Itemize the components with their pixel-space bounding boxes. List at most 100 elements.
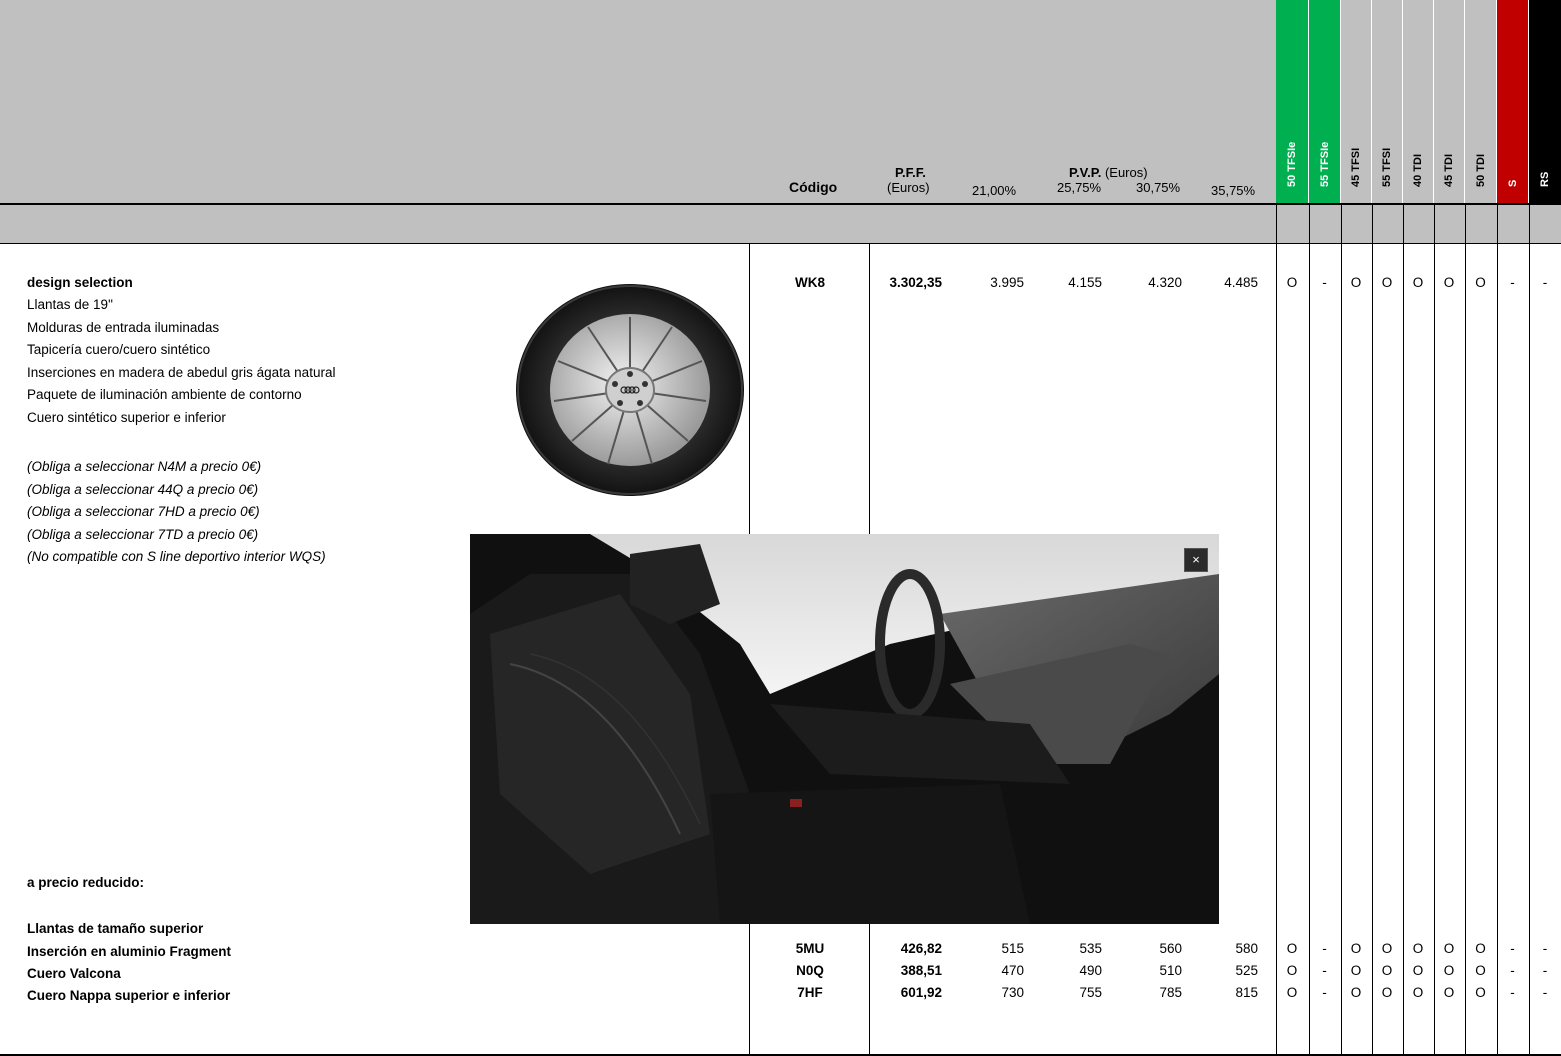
engine-column-header: 50 TDI: [1465, 0, 1496, 203]
availability-cell: O: [1443, 941, 1455, 956]
availability-cell: O: [1412, 963, 1424, 978]
engine-label: 40 TDI: [1412, 153, 1424, 187]
availability-cell: O: [1412, 941, 1424, 956]
reduced-subtitle: Llantas de tamaño superior: [27, 921, 204, 936]
option-price: 815: [1235, 985, 1258, 1000]
engine-label: 55 TFSIe: [1318, 141, 1331, 187]
availability-cell: O: [1443, 985, 1455, 1000]
option-pff: 601,92: [900, 985, 942, 1000]
availability-cell: O: [1443, 275, 1455, 290]
availability-cell: O: [1350, 963, 1362, 978]
availability-cell: O: [1475, 985, 1486, 1000]
availability-cell: O: [1475, 941, 1486, 956]
option-price: 490: [1079, 963, 1102, 978]
option-price: 580: [1235, 941, 1258, 956]
availability-cell: -: [1322, 985, 1327, 1000]
availability-cell: O: [1381, 963, 1393, 978]
header-rate-3: 30,75%: [1136, 180, 1181, 195]
option-price: 515: [1001, 941, 1024, 956]
availability-cell: O: [1412, 275, 1424, 290]
availability-cell: -: [1542, 941, 1548, 956]
engine-column-header: S: [1497, 0, 1528, 203]
option-price: 525: [1235, 963, 1258, 978]
package-note: (Obliga a seleccionar N4M a precio 0€): [27, 459, 262, 474]
availability-cell: O: [1381, 941, 1393, 956]
engine-column-divider: [1309, 205, 1310, 1055]
engine-column-divider: [1529, 205, 1530, 1055]
engine-label: 55 TFSI: [1381, 147, 1393, 187]
option-price: 755: [1079, 985, 1102, 1000]
section-gray-row: [0, 205, 1561, 243]
option-price: 785: [1159, 985, 1182, 1000]
option-code: 7HF: [797, 985, 823, 1000]
engine-column-divider: [1403, 205, 1404, 1055]
option-name: Inserción en aluminio Fragment: [27, 944, 232, 959]
availability-cell: O: [1443, 963, 1455, 978]
header-pff-unit: (Euros): [887, 180, 930, 195]
engine-column-header: 50 TFSIe: [1276, 0, 1308, 203]
package-item: Inserciones en madera de abedul gris ága…: [27, 364, 336, 380]
close-button[interactable]: ×: [1184, 548, 1208, 572]
option-price: 535: [1079, 941, 1102, 956]
engine-column-divider: [1372, 205, 1373, 1055]
package-price: 3.995: [990, 275, 1024, 290]
availability-cell: O: [1286, 985, 1298, 1000]
availability-cell: O: [1381, 275, 1393, 290]
car-interior-image: [470, 534, 1219, 924]
availability-cell: O: [1286, 941, 1298, 956]
option-code: 5MU: [795, 941, 825, 956]
package-note: (Obliga a seleccionar 44Q a precio 0€): [27, 481, 259, 497]
package-item: Llantas de 19": [27, 297, 113, 312]
package-pff: 3.302,35: [889, 275, 942, 290]
engine-label: RS: [1539, 171, 1551, 187]
package-note: (Obliga a seleccionar 7TD a precio 0€): [27, 526, 259, 542]
engine-label: 45 TFSI: [1350, 147, 1362, 187]
availability-cell: -: [1542, 963, 1548, 978]
option-pff: 388,51: [900, 963, 942, 978]
option-price: 730: [1001, 985, 1024, 1000]
availability-cell: -: [1322, 941, 1327, 956]
engine-label: S: [1506, 179, 1519, 187]
header-codigo: Código: [789, 179, 838, 195]
package-item: Paquete de iluminación ambiente de conto…: [27, 387, 302, 402]
availability-cell: -: [1510, 985, 1515, 1000]
engine-label: 50 TDI: [1474, 153, 1487, 187]
header-pvp: P.V.P.: [1069, 165, 1102, 180]
header-pvp-group: P.V.P. (Euros): [1069, 165, 1148, 180]
engine-column-divider: [1276, 205, 1277, 1055]
package-note: (No compatible con S line deportivo inte…: [27, 549, 326, 564]
package-item: Molduras de entrada iluminadas: [27, 319, 220, 335]
availability-cell: -: [1510, 275, 1515, 290]
package-price: 4.320: [1148, 275, 1182, 290]
availability-cell: -: [1322, 275, 1327, 290]
header-rate-2: 25,75%: [1057, 180, 1102, 195]
engine-label: 45 TDI: [1443, 153, 1455, 187]
engine-column-divider: [1341, 205, 1342, 1055]
package-title: design selection: [27, 275, 133, 290]
interior-image-overlay: ×: [470, 534, 1219, 924]
engine-column-header: RS: [1529, 0, 1561, 203]
availability-cell: O: [1475, 275, 1486, 290]
package-items: Llantas de 19" Molduras de entrada ilumi…: [27, 294, 335, 429]
availability-cell: O: [1350, 275, 1362, 290]
option-pff: 426,82: [900, 941, 942, 956]
engine-column-divider: [1497, 205, 1498, 1055]
availability-cell: -: [1510, 941, 1515, 956]
package-price: 4.155: [1068, 275, 1102, 290]
availability-cell: O: [1286, 275, 1298, 290]
engine-column-header: 55 TFSI: [1372, 0, 1402, 203]
wheel-image: [516, 284, 744, 496]
package-code: WK8: [795, 275, 825, 290]
availability-cell: O: [1475, 963, 1486, 978]
option-price: 470: [1001, 963, 1024, 978]
package-price: 4.485: [1224, 275, 1258, 290]
availability-cell: -: [1322, 963, 1327, 978]
package-item: Cuero sintético superior e inferior: [27, 409, 226, 425]
option-name: Cuero Valcona: [27, 966, 121, 981]
engine-column-divider: [1465, 205, 1466, 1055]
package-notes: (Obliga a seleccionar N4M a precio 0€) (…: [27, 456, 326, 569]
availability-cell: O: [1350, 985, 1362, 1000]
availability-cell: O: [1286, 963, 1298, 978]
section-rule: [0, 243, 1561, 244]
header-pvp-unit: (Euros): [1104, 165, 1148, 180]
